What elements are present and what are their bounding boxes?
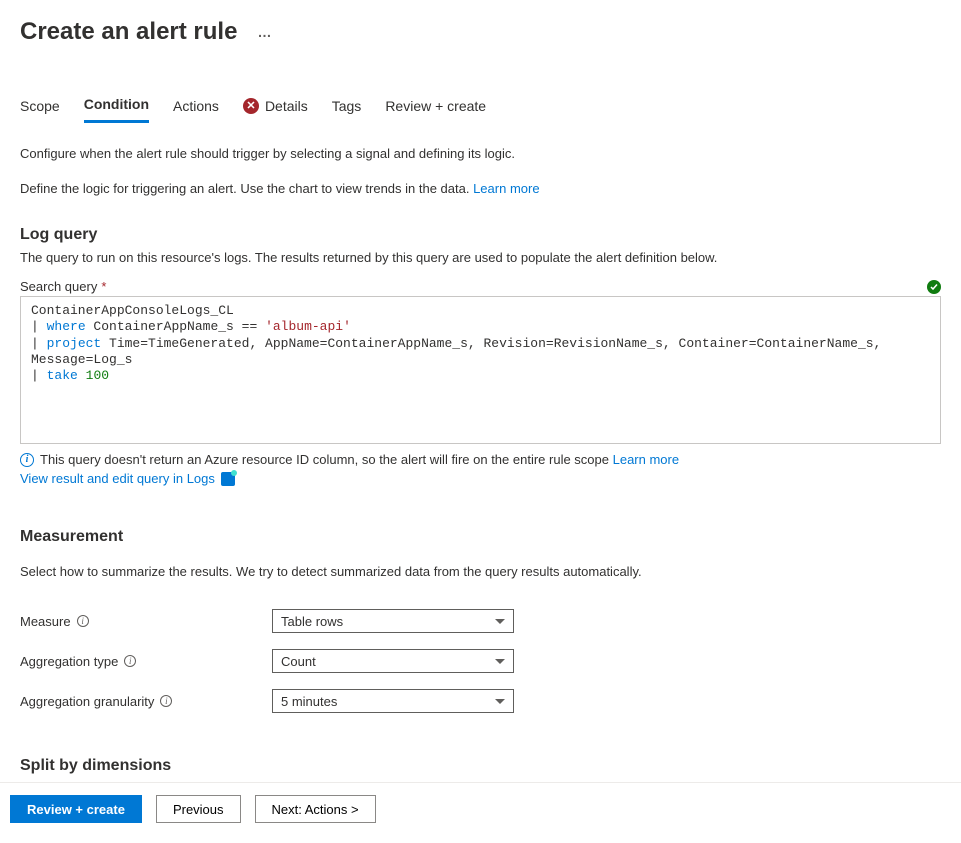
valid-check-icon: [927, 280, 941, 294]
code-pipe1: |: [31, 319, 47, 334]
open-in-logs-icon[interactable]: [221, 472, 235, 486]
query-info-row: i This query doesn't return an Azure res…: [20, 452, 941, 467]
search-query-editor[interactable]: ContainerAppConsoleLogs_CL | where Conta…: [20, 296, 941, 444]
query-info-link[interactable]: Learn more: [613, 452, 679, 467]
review-create-button[interactable]: Review + create: [10, 795, 142, 823]
code-table: ContainerAppConsoleLogs_CL: [31, 303, 234, 318]
aggregation-type-select[interactable]: Count: [272, 649, 514, 673]
query-info-text: This query doesn't return an Azure resou…: [40, 452, 613, 467]
log-query-heading: Log query: [20, 226, 941, 244]
measurement-desc: Select how to summarize the results. We …: [20, 564, 941, 579]
tab-tags[interactable]: Tags: [332, 96, 362, 123]
next-button[interactable]: Next: Actions >: [255, 795, 376, 823]
tab-bar: Scope Condition Actions ✕ Details Tags R…: [20, 96, 941, 124]
page-title: Create an alert rule: [20, 18, 237, 46]
info-outline-icon[interactable]: i: [124, 655, 136, 667]
code-take-n: 100: [86, 368, 109, 383]
measure-label: Measure: [20, 614, 71, 629]
search-query-label: Search query: [20, 279, 97, 294]
measure-select[interactable]: Table rows: [272, 609, 514, 633]
previous-button[interactable]: Previous: [156, 795, 241, 823]
tab-details[interactable]: ✕ Details: [243, 96, 308, 123]
required-indicator: *: [101, 279, 106, 294]
log-query-desc: The query to run on this resource's logs…: [20, 250, 941, 265]
intro-line2: Define the logic for triggering an alert…: [20, 181, 941, 196]
more-menu-icon[interactable]: …: [257, 24, 271, 40]
chevron-down-icon: [495, 659, 505, 664]
tab-condition[interactable]: Condition: [84, 96, 149, 123]
tab-scope[interactable]: Scope: [20, 96, 60, 123]
intro-line1: Configure when the alert rule should tri…: [20, 146, 941, 161]
aggregation-granularity-select[interactable]: 5 minutes: [272, 689, 514, 713]
tab-details-label: Details: [265, 98, 308, 114]
chevron-down-icon: [495, 619, 505, 624]
code-project-cols: Time=TimeGenerated, AppName=ContainerApp…: [31, 336, 889, 367]
intro-line2-text: Define the logic for triggering an alert…: [20, 181, 473, 196]
code-where-val: 'album-api': [265, 319, 351, 334]
tab-review[interactable]: Review + create: [385, 96, 486, 123]
code-pipe3: |: [31, 368, 47, 383]
aggregation-granularity-label: Aggregation granularity: [20, 694, 154, 709]
measurement-heading: Measurement: [20, 528, 941, 546]
learn-more-link[interactable]: Learn more: [473, 181, 539, 196]
info-icon: i: [20, 453, 34, 467]
code-take-sp: [78, 368, 86, 383]
aggregation-granularity-value: 5 minutes: [281, 694, 337, 709]
split-heading: Split by dimensions: [20, 757, 941, 775]
chevron-down-icon: [495, 699, 505, 704]
code-where-cond: ContainerAppName_s ==: [86, 319, 265, 334]
footer-bar: Review + create Previous Next: Actions >: [0, 782, 961, 843]
tab-actions[interactable]: Actions: [173, 96, 219, 123]
view-in-logs-link[interactable]: View result and edit query in Logs: [20, 471, 215, 486]
code-take-kw: take: [47, 368, 78, 383]
code-where-kw: where: [47, 319, 86, 334]
info-outline-icon[interactable]: i: [160, 695, 172, 707]
aggregation-type-value: Count: [281, 654, 316, 669]
error-icon: ✕: [243, 98, 259, 114]
code-pipe2: |: [31, 336, 47, 351]
aggregation-type-label: Aggregation type: [20, 654, 118, 669]
measure-value: Table rows: [281, 614, 343, 629]
code-project-kw: project: [47, 336, 102, 351]
info-outline-icon[interactable]: i: [77, 615, 89, 627]
